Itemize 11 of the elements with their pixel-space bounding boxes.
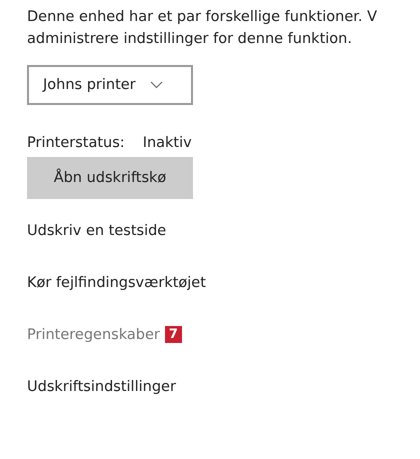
status-label: Printerstatus: [27, 135, 125, 151]
description-text: Denne enhed har et par forskellige funktioner. V [27, 8, 378, 27]
printer-dropdown[interactable]: Johns printer [27, 65, 193, 105]
settings-link[interactable]: Udskriv en testside [27, 222, 166, 238]
chevron-down-icon [150, 81, 163, 89]
description-text: administrere indstillinger for denne funktion. [27, 30, 352, 49]
status-value: Inaktiv [142, 135, 192, 151]
settings-link[interactable]: Kør fejlfindingsværktøjet [27, 274, 206, 290]
open-queue-button[interactable]: Åbn udskriftskø [27, 157, 193, 199]
number-badge: 7 [164, 326, 182, 343]
settings-link[interactable]: Udskriftsindstillinger [27, 378, 176, 394]
